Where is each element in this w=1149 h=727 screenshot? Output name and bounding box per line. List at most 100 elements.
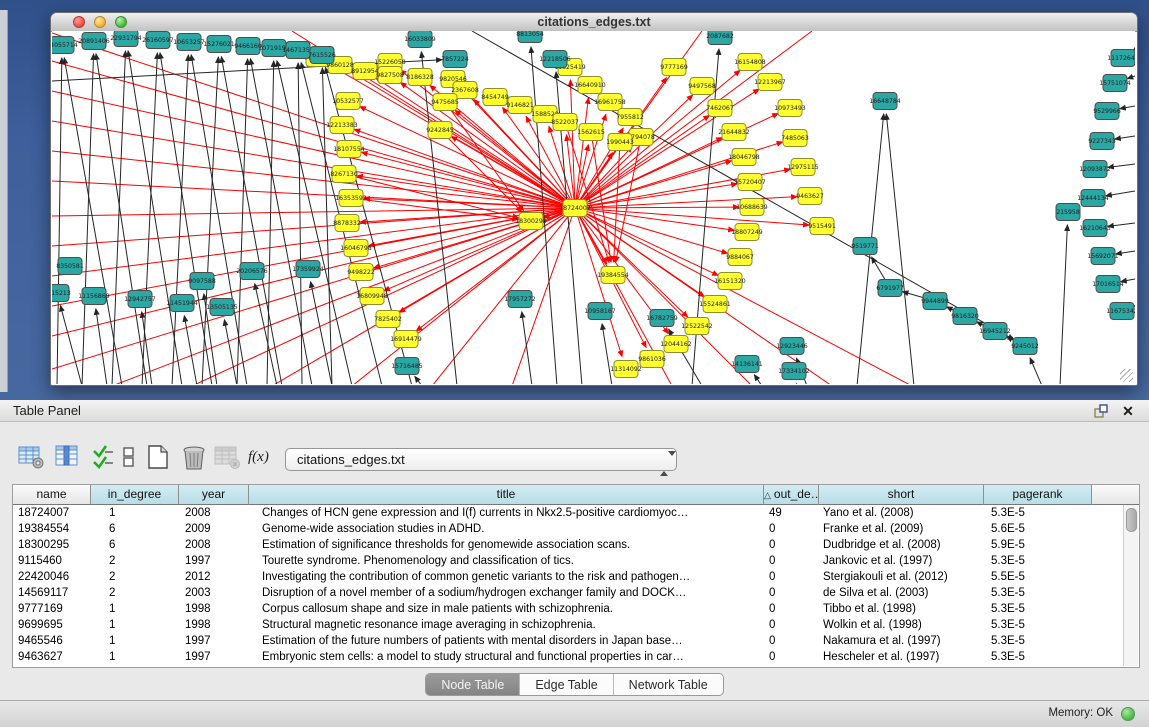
graph-node[interactable]: 17957272: [504, 291, 536, 308]
graph-node[interactable]: 8522037: [551, 114, 579, 131]
table-row[interactable]: 1872400712008Changes of HCN gene express…: [13, 505, 1139, 521]
graph-node[interactable]: 1990443: [606, 134, 634, 151]
graph-node[interactable]: 16809948: [356, 288, 388, 305]
table-cell[interactable]: Estimation of the future numbers of pati…: [249, 633, 764, 649]
table-cell[interactable]: 5.3E-5: [984, 553, 1092, 569]
table-cell[interactable]: Embryonic stem cells: a model to study s…: [249, 649, 764, 665]
table-cell[interactable]: 5.3E-5: [984, 505, 1092, 521]
table-cell[interactable]: 5.9E-5: [984, 537, 1092, 553]
table-row[interactable]: 1456911722003Disruption of a novel membe…: [13, 585, 1139, 601]
graph-node[interactable]: 12044162: [660, 336, 692, 353]
graph-node[interactable]: 12942757: [124, 291, 156, 308]
graph-node[interactable]: 16640910: [574, 77, 606, 94]
graph-node[interactable]: 15751074: [1099, 75, 1131, 92]
table-cell[interactable]: 1: [91, 617, 179, 633]
table-row[interactable]: 946554611997Estimation of the future num…: [13, 633, 1139, 649]
table-cell[interactable]: 5.3E-5: [984, 617, 1092, 633]
graph-node[interactable]: 10973493: [774, 100, 806, 117]
graph-node[interactable]: 16945212: [979, 323, 1011, 340]
graph-node[interactable]: 10532577: [332, 93, 364, 110]
graph-node[interactable]: 7615526: [308, 47, 336, 64]
graph-node[interactable]: 17359924: [292, 261, 324, 278]
table-cell[interactable]: 18724007: [13, 505, 91, 521]
graph-node[interactable]: 16961758: [594, 94, 626, 111]
graph-node[interactable]: 12444134: [1077, 190, 1109, 207]
table-cell[interactable]: 1998: [179, 617, 249, 633]
table-cell[interactable]: 1997: [179, 633, 249, 649]
graph-node[interactable]: 14055714: [52, 37, 78, 54]
network-view-canvas[interactable]: 1872400718300295193845547663822986012889…: [52, 31, 1135, 384]
column-header-out_de[interactable]: △out_de…: [764, 485, 819, 505]
table-cell[interactable]: 0: [764, 585, 819, 601]
graph-node[interactable]: 18300295: [515, 213, 547, 230]
table-cell[interactable]: Investigating the contribution of common…: [249, 569, 764, 585]
tab-edge-table[interactable]: Edge Table: [520, 674, 613, 695]
table-cell[interactable]: Yano et al. (2008): [819, 505, 984, 521]
graph-node[interactable]: 17334102: [778, 363, 810, 380]
graph-node[interactable]: 13505135: [206, 299, 238, 316]
show-columns-icon[interactable]: [55, 444, 83, 472]
graph-node[interactable]: 10958167: [584, 303, 616, 320]
table-cell[interactable]: 0: [764, 633, 819, 649]
graph-node[interactable]: 17016514: [1092, 276, 1124, 293]
new-file-icon[interactable]: [145, 444, 173, 472]
table-cell[interactable]: Corpus callosum shape and size in male p…: [249, 601, 764, 617]
table-cell[interactable]: 22420046: [13, 569, 91, 585]
table-cell[interactable]: 9115460: [13, 553, 91, 569]
graph-node[interactable]: 11451944: [166, 295, 198, 312]
table-cell[interactable]: 1997: [179, 553, 249, 569]
graph-node[interactable]: 12213967: [754, 74, 786, 91]
graph-node[interactable]: 8454749: [481, 89, 509, 106]
table-cell[interactable]: 9463627: [13, 649, 91, 665]
table-cell[interactable]: 1998: [179, 601, 249, 617]
graph-node[interactable]: 26160597: [142, 32, 174, 49]
graph-node[interactable]: 9475685: [431, 94, 459, 111]
table-cell[interactable]: 2008: [179, 505, 249, 521]
table-row[interactable]: 1938455462009Genome-wide association stu…: [13, 521, 1139, 537]
graph-node[interactable]: 7857224: [441, 51, 469, 68]
table-cell[interactable]: 5.3E-5: [984, 633, 1092, 649]
table-cell[interactable]: Disruption of a novel member of a sodium…: [249, 585, 764, 601]
graph-node[interactable]: 9827508: [376, 67, 404, 84]
graph-node[interactable]: 9097588: [188, 273, 216, 290]
column-header-in_degree[interactable]: in_degree: [91, 485, 179, 505]
table-cell[interactable]: 0: [764, 553, 819, 569]
graph-node[interactable]: 11156869: [78, 288, 110, 305]
table-cell[interactable]: Estimation of significance thresholds fo…: [249, 537, 764, 553]
graph-node[interactable]: 8813054: [516, 31, 544, 43]
window-titlebar[interactable]: citations_edges.txt: [51, 13, 1137, 32]
table-cell[interactable]: 5.6E-5: [984, 521, 1092, 537]
graph-node[interactable]: 9777169: [660, 59, 688, 76]
graph-node[interactable]: 16782759: [646, 310, 678, 327]
table-cell[interactable]: Structural magnetic resonance image aver…: [249, 617, 764, 633]
column-header-year[interactable]: year: [179, 485, 249, 505]
graph-node[interactable]: 16353593: [335, 190, 367, 207]
function-builder-icon[interactable]: f(x): [248, 444, 276, 472]
close-panel-icon[interactable]: ✕: [1119, 403, 1137, 419]
graph-node[interactable]: 16154808: [734, 54, 766, 71]
graph-node[interactable]: 9884067: [726, 249, 754, 266]
graph-node[interactable]: 12218506: [539, 51, 571, 68]
graph-node[interactable]: 11675342: [1106, 303, 1135, 320]
table-cell[interactable]: 0: [764, 649, 819, 665]
graph-node[interactable]: 9245012: [1011, 338, 1039, 355]
table-cell[interactable]: 5.3E-5: [984, 601, 1092, 617]
graph-node[interactable]: 9519771: [851, 238, 879, 255]
table-row[interactable]: 1830029562008Estimation of significance …: [13, 537, 1139, 553]
table-cell[interactable]: de Silva et al. (2003): [819, 585, 984, 601]
table-cell[interactable]: Changes of HCN gene expression and I(f) …: [249, 505, 764, 521]
table-cell[interactable]: 1: [91, 633, 179, 649]
table-cell[interactable]: 0: [764, 617, 819, 633]
table-cell[interactable]: 2012: [179, 569, 249, 585]
table-cell[interactable]: 1: [91, 601, 179, 617]
graph-node[interactable]: 16033809: [404, 31, 436, 48]
table-cell[interactable]: Genome-wide association studies in ADHD.: [249, 521, 764, 537]
table-cell[interactable]: 2003: [179, 585, 249, 601]
graph-node[interactable]: 7825402: [374, 311, 402, 328]
hub-node[interactable]: 18724007: [559, 200, 591, 217]
column-header-pagerank[interactable]: pagerank: [984, 485, 1092, 505]
table-cell[interactable]: Wolkin et al. (1998): [819, 617, 984, 633]
graph-node[interactable]: 18107554: [333, 141, 365, 158]
table-scrollbar[interactable]: [1123, 505, 1138, 666]
graph-node[interactable]: 9816320: [951, 308, 979, 325]
